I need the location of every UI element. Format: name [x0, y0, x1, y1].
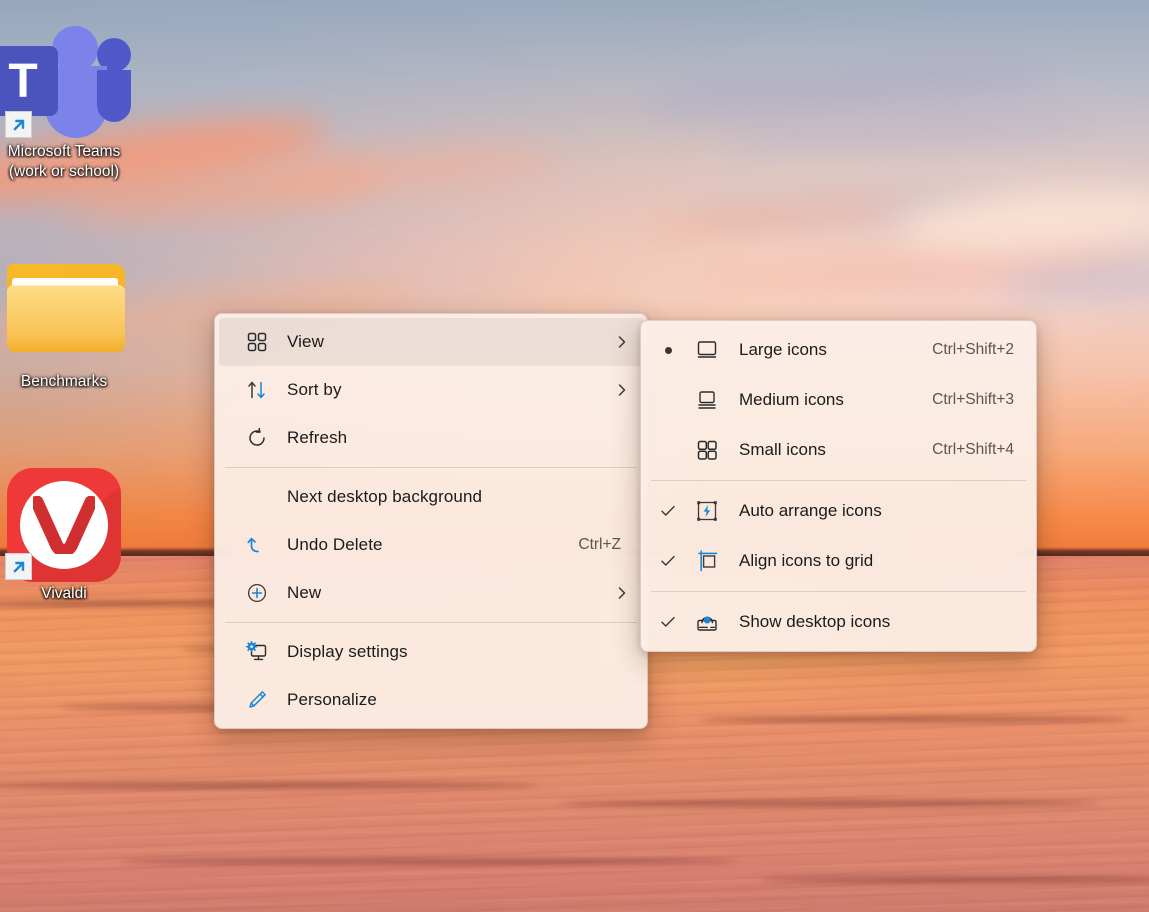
context-menu-item-display-settings[interactable]: Display settings — [219, 628, 643, 676]
auto-arrange-icon — [691, 499, 723, 523]
chevron-right-icon — [613, 335, 631, 349]
context-menu-item-label: Undo Delete — [287, 535, 383, 554]
submenu-item-label: Large icons — [739, 340, 827, 359]
undo-icon — [237, 534, 277, 556]
vivaldi-icon — [5, 462, 123, 582]
view-submenu[interactable]: Large icons Ctrl+Shift+2 Medium icons Ct… — [640, 320, 1037, 652]
monitor-gear-icon — [237, 641, 277, 663]
submenu-item-large-icons[interactable]: Large icons Ctrl+Shift+2 — [645, 325, 1032, 375]
refresh-icon — [237, 427, 277, 449]
submenu-item-label: Medium icons — [739, 390, 844, 409]
checkmark-icon — [645, 502, 691, 520]
submenu-item-shortcut: Ctrl+Shift+2 — [932, 341, 1014, 358]
chevron-right-icon — [613, 383, 631, 397]
menu-separator — [651, 480, 1026, 481]
context-menu-item-label: New — [287, 583, 322, 602]
context-menu-item-sort-by[interactable]: Sort by — [219, 366, 643, 414]
context-menu-item-refresh[interactable]: Refresh — [219, 414, 643, 462]
menu-separator — [225, 467, 637, 468]
context-menu-item-label: Personalize — [287, 690, 377, 709]
context-menu-item-label: Display settings — [287, 642, 408, 661]
shortcut-arrow-icon — [5, 111, 32, 138]
submenu-item-medium-icons[interactable]: Medium icons Ctrl+Shift+3 — [645, 375, 1032, 425]
align-grid-icon — [691, 549, 723, 573]
submenu-item-align-icons-to-grid[interactable]: Align icons to grid — [645, 536, 1032, 586]
context-menu-item-label: View — [287, 332, 324, 351]
submenu-item-shortcut: Ctrl+Shift+3 — [932, 391, 1014, 408]
checkmark-icon — [645, 613, 691, 631]
large-icons-icon — [691, 338, 723, 362]
desktop-icon-vivaldi[interactable]: Vivaldi — [0, 462, 138, 604]
context-menu-item-label: Refresh — [287, 428, 348, 447]
desktop-icon-label: Benchmarks — [20, 373, 108, 390]
grid-icon — [237, 331, 277, 353]
context-menu-item-view[interactable]: View — [219, 318, 643, 366]
menu-separator — [651, 591, 1026, 592]
submenu-item-shortcut: Ctrl+Shift+4 — [932, 441, 1014, 458]
menu-separator — [225, 622, 637, 623]
context-menu-item-label: Sort by — [287, 380, 342, 399]
desktop[interactable]: T Microsoft Teams (work or school) Bench… — [0, 0, 1149, 912]
context-menu-item-new[interactable]: New — [219, 569, 643, 617]
show-desktop-icons-icon — [691, 610, 723, 634]
submenu-item-label: Auto arrange icons — [739, 501, 882, 520]
submenu-item-label: Show desktop icons — [739, 612, 891, 631]
chevron-right-icon — [613, 586, 631, 600]
shortcut-arrow-icon — [5, 553, 32, 580]
folder-icon — [5, 250, 125, 368]
submenu-item-label: Align icons to grid — [739, 551, 874, 570]
desktop-icon-microsoft-teams[interactable]: T Microsoft Teams (work or school) — [0, 20, 138, 182]
context-menu-item-shortcut: Ctrl+Z — [578, 536, 621, 553]
checkmark-icon — [645, 552, 691, 570]
desktop-icon-benchmarks[interactable]: Benchmarks — [0, 250, 138, 392]
submenu-item-label: Small icons — [739, 440, 826, 459]
sort-icon — [237, 379, 277, 401]
context-menu-item-undo-delete[interactable]: Undo Delete Ctrl+Z — [219, 521, 643, 569]
microsoft-teams-icon: T — [0, 20, 131, 138]
context-menu-item-personalize[interactable]: Personalize — [219, 676, 643, 724]
submenu-item-show-desktop-icons[interactable]: Show desktop icons — [645, 597, 1032, 647]
submenu-item-auto-arrange-icons[interactable]: Auto arrange icons — [645, 486, 1032, 536]
context-menu-item-next-desktop-background[interactable]: Next desktop background — [219, 473, 643, 521]
small-icons-icon — [691, 438, 723, 462]
paintbrush-icon — [237, 689, 277, 711]
submenu-item-small-icons[interactable]: Small icons Ctrl+Shift+4 — [645, 425, 1032, 475]
medium-icons-icon — [691, 388, 723, 412]
desktop-icon-label: Vivaldi — [41, 585, 87, 602]
desktop-context-menu[interactable]: View Sort by Refresh Next desktop backgr… — [214, 313, 648, 729]
radio-selected-icon — [645, 346, 691, 354]
plus-circle-icon — [237, 582, 277, 604]
context-menu-item-label: Next desktop background — [287, 487, 483, 506]
desktop-icon-label: Microsoft Teams (work or school) — [7, 143, 121, 180]
